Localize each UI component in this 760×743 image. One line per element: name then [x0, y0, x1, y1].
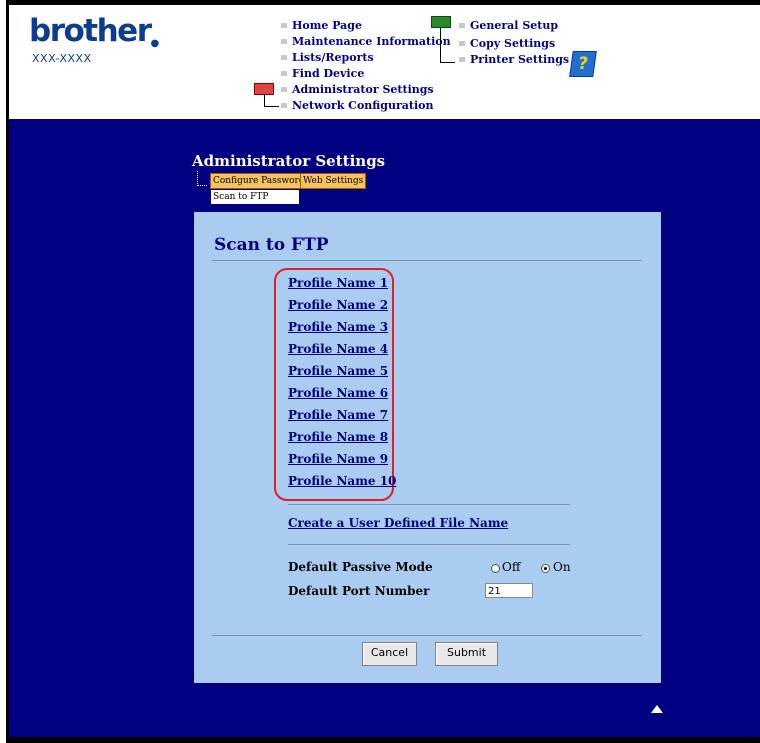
profile-link-8[interactable]: Profile Name 8 [288, 430, 388, 444]
scan-to-ftp-panel [194, 212, 661, 683]
tree-connector [440, 27, 455, 63]
bullet-icon [459, 57, 465, 62]
panel-title: Scan to FTP [214, 235, 329, 255]
page-title: Administrator Settings [192, 152, 386, 170]
nav-copy-settings[interactable]: Copy Settings [470, 37, 555, 50]
model-number: XXX-XXXX [32, 52, 92, 65]
profile-link-5[interactable]: Profile Name 5 [288, 364, 388, 378]
divider [212, 635, 642, 636]
cancel-button[interactable]: Cancel [362, 642, 417, 666]
profile-link-7[interactable]: Profile Name 7 [288, 408, 388, 422]
submit-button[interactable]: Submit [435, 642, 498, 666]
nav-lists-reports[interactable]: Lists/Reports [292, 51, 374, 64]
bullet-icon [459, 41, 465, 46]
create-file-name-link[interactable]: Create a User Defined File Name [288, 516, 508, 530]
scroll-to-top-icon[interactable] [651, 705, 663, 713]
help-icon[interactable]: ? [569, 51, 597, 77]
profile-link-1[interactable]: Profile Name 1 [288, 276, 388, 290]
profile-link-10[interactable]: Profile Name 10 [288, 474, 396, 488]
bullet-icon [281, 39, 287, 44]
passive-on-label: On [553, 560, 571, 574]
passive-mode-label: Default Passive Mode [288, 560, 433, 574]
profile-link-2[interactable]: Profile Name 2 [288, 298, 388, 312]
tree-connector [264, 94, 279, 107]
tab-scan-to-ftp[interactable]: Scan to FTP [211, 190, 299, 204]
nav-general-setup[interactable]: General Setup [470, 19, 558, 32]
nav-find-device[interactable]: Find Device [292, 67, 364, 80]
profile-link-4[interactable]: Profile Name 4 [288, 342, 388, 356]
bullet-icon [281, 55, 287, 60]
port-number-label: Default Port Number [288, 584, 430, 598]
profile-link-6[interactable]: Profile Name 6 [288, 386, 388, 400]
nav-network-configuration[interactable]: Network Configuration [292, 99, 433, 112]
passive-off-radio[interactable] [491, 564, 500, 573]
tab-web-settings[interactable]: Web Settings [300, 173, 367, 189]
bullet-icon [281, 71, 287, 76]
bullet-icon [459, 23, 465, 28]
profile-link-9[interactable]: Profile Name 9 [288, 452, 388, 466]
passive-on-radio[interactable] [541, 564, 550, 573]
brother-logo: brother● [29, 13, 159, 49]
bullet-icon [281, 103, 287, 108]
divider [212, 260, 642, 261]
nav-printer-settings[interactable]: Printer Settings [470, 53, 569, 66]
bullet-icon [281, 23, 287, 28]
nav-administrator-settings[interactable]: Administrator Settings [292, 83, 434, 96]
bullet-icon [281, 87, 287, 92]
profile-link-3[interactable]: Profile Name 3 [288, 320, 388, 334]
nav-maintenance-information[interactable]: Maintenance Information [292, 35, 451, 48]
tree-connector [197, 171, 207, 186]
port-number-input[interactable]: 21 [485, 583, 533, 598]
tab-configure-password[interactable]: Configure Password [210, 173, 308, 189]
divider [288, 504, 570, 505]
divider [288, 544, 570, 545]
nav-home-page[interactable]: Home Page [292, 19, 362, 32]
passive-off-label: Off [502, 560, 521, 574]
